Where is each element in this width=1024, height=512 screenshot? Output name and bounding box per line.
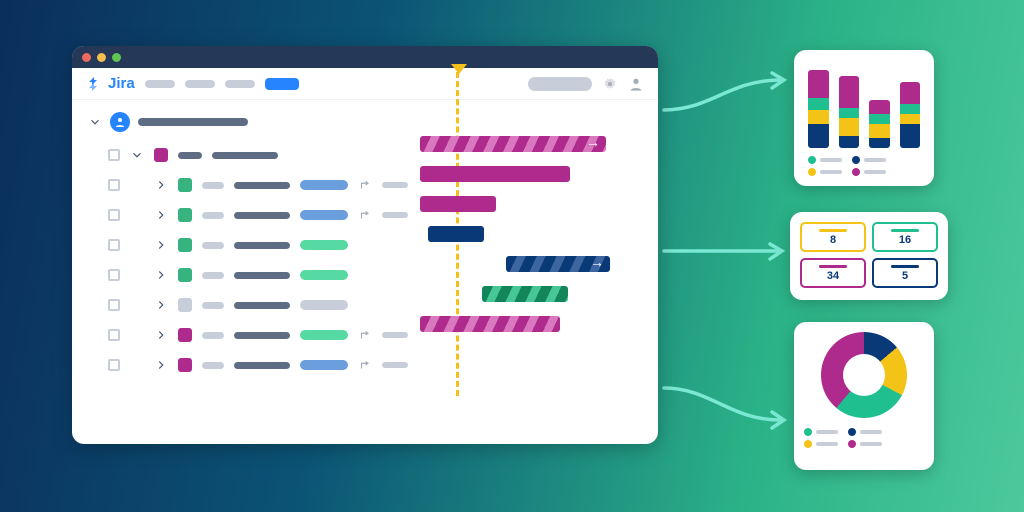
settings-icon[interactable]	[602, 76, 618, 92]
dependency-label	[382, 212, 408, 218]
nav-tab[interactable]	[225, 80, 255, 88]
issue-key	[178, 152, 202, 159]
chevron-right-icon[interactable]	[154, 298, 168, 312]
chart-legend	[804, 428, 924, 448]
jira-window: Jira	[72, 46, 658, 444]
roadmap-content	[72, 100, 658, 390]
issue-type-icon	[178, 238, 192, 252]
report-kpi-grid[interactable]: 8 16 34 5	[790, 212, 948, 300]
dependency-icon[interactable]	[358, 208, 372, 222]
chevron-down-icon[interactable]	[130, 148, 144, 162]
chevron-right-icon[interactable]	[154, 208, 168, 222]
status-lozenge[interactable]	[300, 300, 348, 310]
chevron-right-icon[interactable]	[154, 358, 168, 372]
issue-row[interactable]	[88, 320, 642, 350]
issue-summary	[234, 212, 290, 219]
dependency-icon[interactable]	[358, 358, 372, 372]
row-checkbox[interactable]	[108, 359, 120, 371]
row-checkbox[interactable]	[108, 329, 120, 341]
jira-logo-icon	[86, 76, 102, 92]
issue-key	[202, 182, 224, 189]
chevron-down-icon	[88, 115, 102, 129]
issue-row[interactable]	[88, 200, 642, 230]
window-close-icon[interactable]	[82, 53, 91, 62]
row-checkbox[interactable]	[108, 269, 120, 281]
stacked-bar-chart	[808, 62, 920, 148]
row-checkbox[interactable]	[108, 209, 120, 221]
assignee-avatar[interactable]	[110, 112, 130, 132]
issue-summary	[234, 362, 290, 369]
group-title	[138, 118, 248, 126]
issue-row[interactable]	[88, 170, 642, 200]
kpi-cell[interactable]: 5	[872, 258, 938, 288]
top-nav: Jira	[72, 68, 658, 100]
issue-key	[202, 212, 224, 219]
status-lozenge[interactable]	[300, 180, 348, 190]
status-lozenge[interactable]	[300, 210, 348, 220]
issue-type-icon	[178, 358, 192, 372]
issue-type-icon	[178, 328, 192, 342]
issue-key	[202, 302, 224, 309]
app-name: Jira	[108, 75, 135, 92]
status-lozenge[interactable]	[300, 330, 348, 340]
issue-row[interactable]	[88, 260, 642, 290]
status-lozenge[interactable]	[300, 360, 348, 370]
issue-type-icon	[178, 208, 192, 222]
window-maximize-icon[interactable]	[112, 53, 121, 62]
window-titlebar	[72, 46, 658, 68]
issue-row[interactable]	[88, 230, 642, 260]
issue-summary	[234, 302, 290, 309]
issue-key	[202, 242, 224, 249]
row-checkbox[interactable]	[108, 239, 120, 251]
report-donut[interactable]	[794, 322, 934, 470]
profile-icon[interactable]	[628, 76, 644, 92]
issue-summary	[234, 242, 290, 249]
issue-key	[202, 332, 224, 339]
issue-key	[202, 272, 224, 279]
report-stacked-bar[interactable]	[794, 50, 934, 186]
row-checkbox[interactable]	[108, 179, 120, 191]
status-lozenge[interactable]	[300, 270, 348, 280]
window-minimize-icon[interactable]	[97, 53, 106, 62]
nav-tab[interactable]	[185, 80, 215, 88]
row-checkbox[interactable]	[108, 299, 120, 311]
issue-type-icon	[178, 178, 192, 192]
chevron-right-icon[interactable]	[154, 178, 168, 192]
issue-summary	[234, 272, 290, 279]
issue-row[interactable]	[88, 290, 642, 320]
dependency-label	[382, 362, 408, 368]
status-lozenge[interactable]	[300, 240, 348, 250]
issue-key	[202, 362, 224, 369]
timeline-bar[interactable]	[420, 136, 606, 152]
chevron-right-icon[interactable]	[154, 328, 168, 342]
kpi-cell[interactable]: 8	[800, 222, 866, 252]
donut-chart	[821, 332, 907, 418]
issue-summary	[234, 332, 290, 339]
dependency-label	[382, 182, 408, 188]
row-checkbox[interactable]	[108, 149, 120, 161]
nav-tab[interactable]	[145, 80, 175, 88]
issue-type-icon	[178, 298, 192, 312]
issue-type-icon	[178, 268, 192, 282]
nav-tab-active[interactable]	[265, 78, 299, 90]
dependency-label	[382, 332, 408, 338]
app-logo[interactable]: Jira	[86, 75, 135, 92]
issue-summary	[212, 152, 278, 159]
search-input[interactable]	[528, 77, 592, 91]
kpi-cell[interactable]: 34	[800, 258, 866, 288]
issue-row[interactable]	[88, 350, 642, 380]
person-icon	[114, 116, 126, 128]
chevron-right-icon[interactable]	[154, 238, 168, 252]
dependency-icon[interactable]	[358, 328, 372, 342]
kpi-cell[interactable]: 16	[872, 222, 938, 252]
issue-summary	[234, 182, 290, 189]
dependency-icon[interactable]	[358, 178, 372, 192]
issue-type-icon	[154, 148, 168, 162]
chevron-right-icon[interactable]	[154, 268, 168, 282]
chart-legend	[808, 156, 920, 176]
